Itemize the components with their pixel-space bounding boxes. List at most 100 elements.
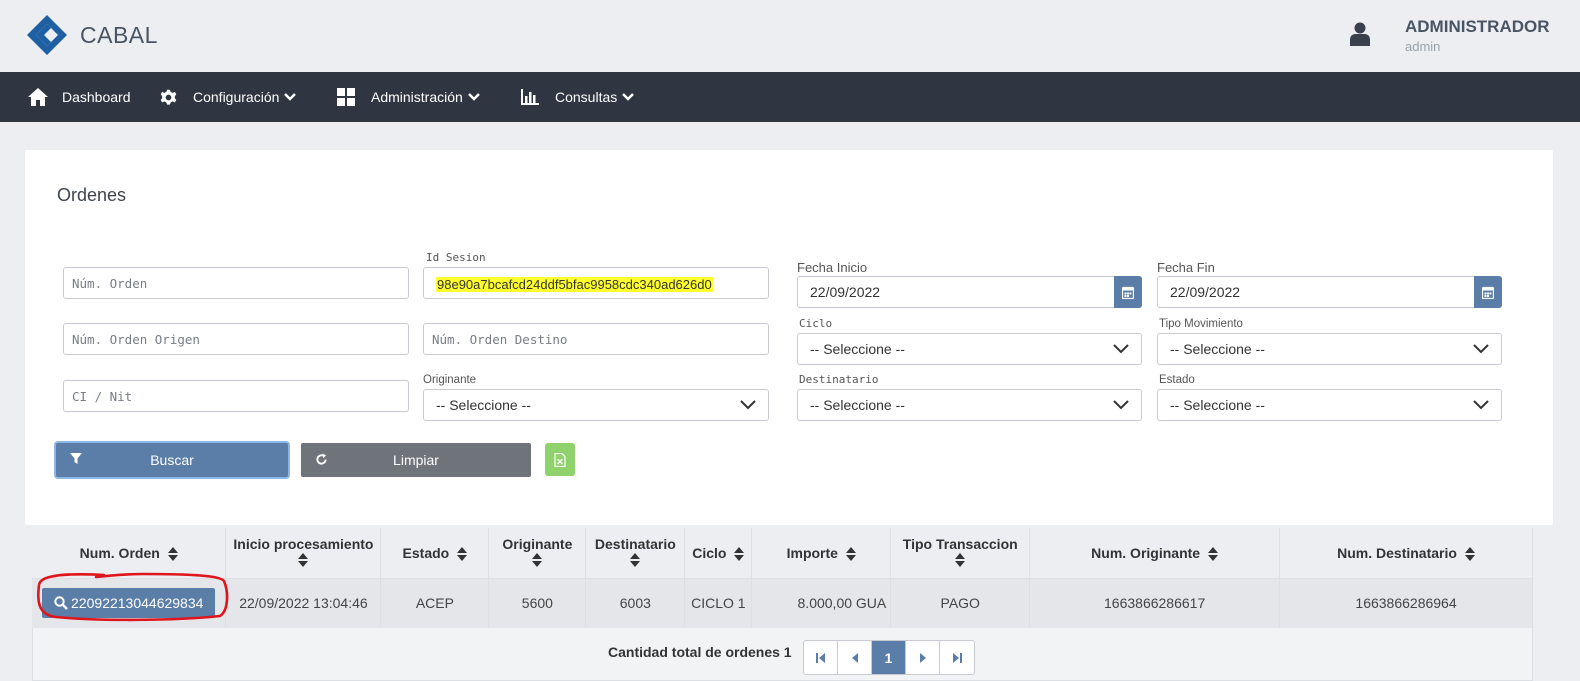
- prev-page-button[interactable]: [838, 641, 872, 674]
- cell-inicio: 22/09/2022 13:04:46: [225, 578, 382, 628]
- cell-estado: ACEP: [380, 578, 490, 628]
- order-detail-button[interactable]: 22092213044629834: [42, 588, 216, 619]
- tipo-movimiento-select[interactable]: -- Seleccione --: [1157, 333, 1502, 365]
- col-ciclo[interactable]: Ciclo: [684, 528, 753, 579]
- ciclo-label: Ciclo: [799, 317, 833, 330]
- col-num-destinatario[interactable]: Num. Destinatario: [1279, 528, 1533, 579]
- calendar-icon: [1482, 286, 1494, 299]
- last-page-button[interactable]: [940, 641, 974, 674]
- nav-configuracion[interactable]: Configuración: [160, 72, 297, 122]
- chevron-down-icon: [740, 400, 756, 410]
- nav-consultas[interactable]: Consultas: [521, 72, 635, 122]
- cell-num-orden: 22092213044629834: [32, 578, 227, 628]
- sort-icon: [1208, 546, 1219, 561]
- excel-file-icon: [554, 452, 566, 467]
- ci-nit-input[interactable]: [64, 381, 408, 411]
- id-sesion-label: Id Sesion: [426, 251, 486, 264]
- nav-administracion[interactable]: Administración: [337, 72, 480, 122]
- order-number: 22092213044629834: [71, 595, 204, 612]
- table-header-row: Num. Orden Inicio procesamiento Estado O…: [32, 528, 1533, 579]
- main-navbar: Dashboard Configuración Administración C…: [0, 72, 1580, 122]
- ci-nit-field[interactable]: [63, 380, 409, 412]
- search-button[interactable]: Buscar: [56, 443, 288, 477]
- fecha-inicio-value: 22/09/2022: [810, 284, 881, 300]
- col-num-orden[interactable]: Num. Orden: [32, 528, 227, 579]
- first-page-button[interactable]: [804, 641, 838, 674]
- brand-name: CABAL: [80, 22, 158, 48]
- cell-tipo-transaccion: PAGO: [890, 578, 1031, 628]
- filter-icon: [70, 453, 82, 464]
- first-page-icon: [815, 652, 825, 663]
- estado-selected: -- Seleccione --: [1170, 397, 1265, 413]
- page-1-button[interactable]: 1: [872, 641, 906, 674]
- user-name[interactable]: ADMINISTRADOR: [1405, 17, 1550, 37]
- chevron-down-icon: [1473, 400, 1489, 410]
- clear-button[interactable]: Limpiar: [301, 443, 531, 477]
- cell-originante: 5600: [488, 578, 587, 628]
- col-estado[interactable]: Estado: [380, 528, 490, 579]
- num-orden-field[interactable]: [63, 267, 409, 299]
- chevron-down-icon: [467, 93, 480, 101]
- calendar-button[interactable]: [1474, 276, 1502, 308]
- id-sesion-value[interactable]: 98e90a7bcafcd24ddf5bfac9958cdc340ad626d0: [436, 277, 713, 292]
- fecha-inicio-field[interactable]: 22/09/2022: [797, 276, 1142, 308]
- refresh-icon: [316, 453, 327, 465]
- next-page-button[interactable]: [906, 641, 940, 674]
- nav-administracion-label: Administración: [371, 89, 463, 105]
- sort-icon: [167, 546, 178, 561]
- clear-button-label: Limpiar: [393, 452, 439, 468]
- nav-consultas-label: Consultas: [555, 89, 618, 105]
- fecha-fin-value: 22/09/2022: [1170, 284, 1241, 300]
- originante-selected: -- Seleccione --: [436, 397, 531, 413]
- orders-table: Num. Orden Inicio procesamiento Estado O…: [32, 528, 1533, 628]
- col-num-originante[interactable]: Num. Originante: [1029, 528, 1281, 579]
- originante-select[interactable]: -- Seleccione --: [423, 389, 769, 421]
- export-excel-button[interactable]: [545, 443, 575, 476]
- nav-dashboard-label: Dashboard: [62, 89, 131, 105]
- search-icon: [54, 596, 68, 611]
- chevron-down-icon: [622, 93, 635, 101]
- col-destinatario[interactable]: Destinatario: [585, 528, 686, 579]
- fecha-inicio-label: Fecha Inicio: [797, 260, 868, 275]
- sort-icon: [734, 546, 745, 561]
- num-orden-destino-input[interactable]: [424, 324, 768, 354]
- num-orden-origen-input[interactable]: [64, 324, 408, 354]
- sort-icon: [457, 546, 468, 561]
- ciclo-select[interactable]: -- Seleccione --: [797, 333, 1142, 365]
- fecha-fin-field[interactable]: 22/09/2022: [1157, 276, 1502, 308]
- gear-icon: [160, 89, 177, 105]
- page-title: Ordenes: [57, 185, 127, 205]
- cell-ciclo: CICLO 1: [684, 578, 753, 628]
- num-orden-destino-field[interactable]: [423, 323, 769, 355]
- col-tipo-transaccion[interactable]: Tipo Transaccion: [890, 528, 1031, 579]
- destinatario-select[interactable]: -- Seleccione --: [797, 389, 1142, 421]
- num-orden-input[interactable]: [64, 268, 408, 298]
- top-header: CABAL ADMINISTRADOR admin: [0, 0, 1580, 72]
- user-icon[interactable]: [1350, 22, 1370, 46]
- originante-label: Originante: [423, 374, 477, 386]
- cell-num-originante: 1663866286617: [1029, 578, 1281, 628]
- prev-page-icon: [851, 652, 858, 663]
- estado-select[interactable]: -- Seleccione --: [1157, 389, 1502, 421]
- estado-label: Estado: [1159, 374, 1195, 386]
- col-importe[interactable]: Importe: [751, 528, 892, 579]
- destinatario-label: Destinatario: [799, 373, 879, 386]
- sort-icon: [845, 546, 856, 561]
- chevron-down-icon: [284, 93, 297, 101]
- destinatario-selected: -- Seleccione --: [810, 397, 905, 413]
- table-row[interactable]: 22092213044629834 22/09/2022 13:04:46 AC…: [32, 578, 1533, 628]
- nav-dashboard[interactable]: Dashboard: [28, 72, 131, 122]
- tipo-movimiento-selected: -- Seleccione --: [1170, 341, 1265, 357]
- sort-icon: [532, 552, 543, 567]
- home-icon: [28, 88, 48, 106]
- ciclo-selected: -- Seleccione --: [810, 341, 905, 357]
- calendar-button[interactable]: [1114, 276, 1142, 308]
- sort-icon: [955, 552, 966, 567]
- chevron-down-icon: [1113, 344, 1129, 354]
- col-originante[interactable]: Originante: [488, 528, 587, 579]
- chevron-down-icon: [1113, 400, 1129, 410]
- tipo-movimiento-label: Tipo Movimiento: [1159, 318, 1243, 330]
- col-inicio-procesamiento[interactable]: Inicio procesamiento: [225, 528, 382, 579]
- fecha-fin-label: Fecha Fin: [1157, 260, 1215, 275]
- num-orden-origen-field[interactable]: [63, 323, 409, 355]
